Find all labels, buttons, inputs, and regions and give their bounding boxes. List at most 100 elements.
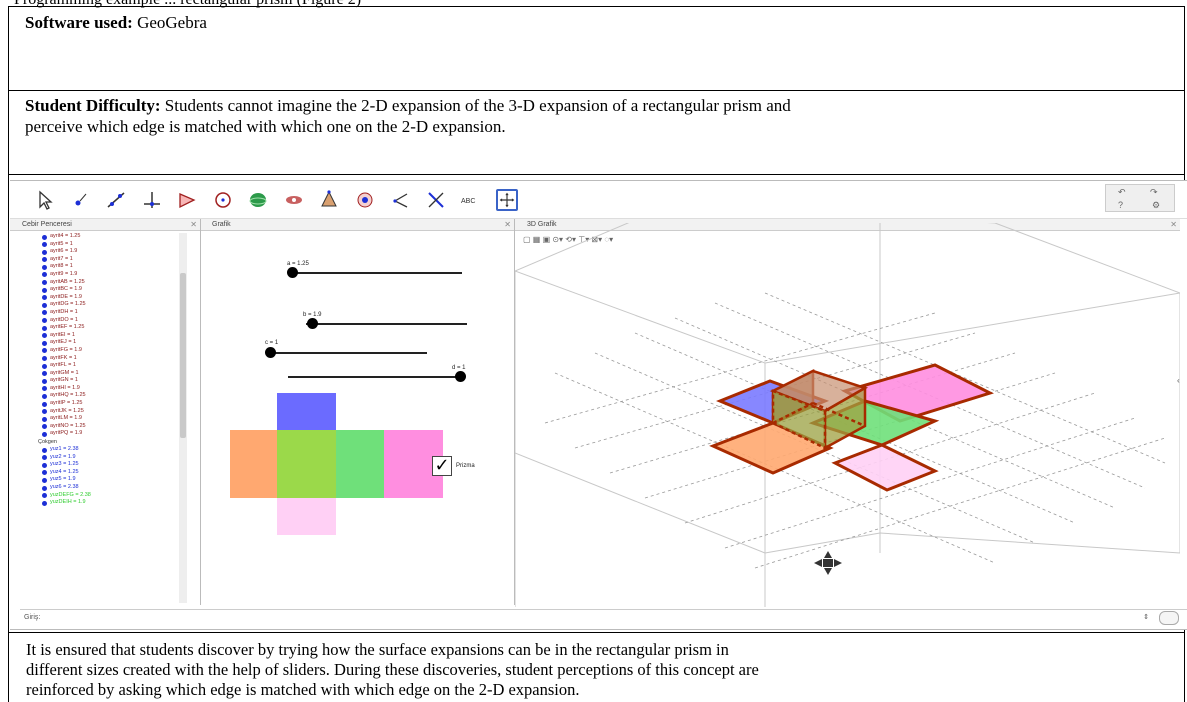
move-view-tool-icon[interactable] xyxy=(495,189,518,211)
algebra-item[interactable]: ayritAB = 1.25 xyxy=(20,279,203,287)
algebra-item[interactable]: ayritEJ = 1 xyxy=(20,339,203,347)
visibility-dot-icon[interactable] xyxy=(42,325,47,331)
algebra-item[interactable]: ayritDO = 1 xyxy=(20,317,203,325)
text-tool-icon[interactable]: ABC xyxy=(460,189,482,211)
sphere-tool-icon[interactable] xyxy=(247,189,269,211)
visibility-dot-icon[interactable] xyxy=(42,371,47,377)
undo-icon[interactable]: ↶ xyxy=(1118,187,1126,198)
visibility-dot-icon[interactable] xyxy=(42,401,47,407)
slider-a[interactable] xyxy=(290,272,462,274)
visibility-dot-icon[interactable] xyxy=(42,393,47,399)
visibility-dot-icon[interactable] xyxy=(42,295,47,301)
visibility-dot-icon[interactable] xyxy=(42,386,47,392)
redo-icon[interactable]: ↷ xyxy=(1150,187,1158,198)
extrude-tool-icon[interactable] xyxy=(283,189,305,211)
net-face-top[interactable] xyxy=(277,393,336,430)
net-face-left[interactable] xyxy=(230,430,277,498)
perpendicular-tool-icon[interactable] xyxy=(141,189,163,211)
slider-b[interactable] xyxy=(306,323,467,325)
scrollbar[interactable] xyxy=(179,233,187,603)
visibility-dot-icon[interactable] xyxy=(42,493,47,499)
algebra-item[interactable]: ayrit7 = 1 xyxy=(20,256,203,264)
algebra-item[interactable]: ayritFK = 1 xyxy=(20,355,203,363)
visibility-dot-icon[interactable] xyxy=(42,318,47,324)
move-tool-icon[interactable] xyxy=(34,189,56,211)
visibility-dot-icon[interactable] xyxy=(42,356,47,361)
slider-tool-icon[interactable] xyxy=(425,189,447,211)
point-tool-icon[interactable] xyxy=(70,189,92,211)
face-3d-pink-light[interactable] xyxy=(831,443,939,492)
algebra-item[interactable]: ayritGM = 1 xyxy=(20,370,203,378)
input-bar[interactable]: Giriş: ⇕ xyxy=(20,609,1187,627)
algebra-item[interactable]: ayritNO = 1.25 xyxy=(20,423,203,431)
algebra-item[interactable]: ayritDG = 1.25 xyxy=(20,301,203,309)
visibility-dot-icon[interactable] xyxy=(42,348,47,354)
visibility-dot-icon[interactable] xyxy=(42,500,47,506)
keyboard-toggle-icon[interactable] xyxy=(1159,611,1179,625)
visibility-dot-icon[interactable] xyxy=(42,272,47,278)
reflect-tool-icon[interactable] xyxy=(389,189,411,211)
algebra-item[interactable]: ayrit9 = 1.9 xyxy=(20,271,203,279)
slider-c-handle[interactable] xyxy=(265,347,276,358)
visibility-dot-icon[interactable] xyxy=(42,424,47,430)
visibility-dot-icon[interactable] xyxy=(42,302,47,308)
algebra-item[interactable]: yuz4 = 1.25 xyxy=(20,469,203,477)
circle-tool-icon[interactable] xyxy=(212,189,234,211)
visibility-dot-icon[interactable] xyxy=(42,310,47,316)
algebra-item[interactable]: ayritDH = 1 xyxy=(20,309,203,317)
pyramid-tool-icon[interactable] xyxy=(318,189,340,211)
3d-scene[interactable]: ‹ xyxy=(515,223,1180,607)
visibility-dot-icon[interactable] xyxy=(42,378,47,384)
undo-redo[interactable]: ↶ ↷ ? ⚙ xyxy=(1105,184,1175,212)
prism-net-2d[interactable] xyxy=(230,393,450,543)
algebra-item[interactable]: yuz1 = 2.38 xyxy=(20,446,203,454)
algebra-item[interactable]: yuzDEFG = 2.38 xyxy=(20,492,203,500)
algebra-item[interactable]: ayritHI = 1.9 xyxy=(20,385,203,393)
settings-icon[interactable]: ⚙ xyxy=(1152,200,1160,211)
algebra-item[interactable]: ayritLM = 1.9 xyxy=(20,415,203,423)
algebra-item[interactable]: ayritPQ = 1.9 xyxy=(20,430,203,438)
algebra-item[interactable]: ayritHQ = 1.25 xyxy=(20,392,203,400)
visibility-dot-icon[interactable] xyxy=(42,477,47,483)
visibility-dot-icon[interactable] xyxy=(42,462,47,468)
visibility-dot-icon[interactable] xyxy=(42,455,47,461)
line-tool-icon[interactable] xyxy=(105,189,127,211)
algebra-group-header[interactable]: Çokgen xyxy=(20,438,203,446)
algebra-item[interactable]: ayritDE = 1.9 xyxy=(20,294,203,302)
algebra-item[interactable]: ayritJK = 1.25 xyxy=(20,408,203,416)
visibility-dot-icon[interactable] xyxy=(42,470,47,476)
algebra-item[interactable]: ayrit8 = 1 xyxy=(20,263,203,271)
visibility-dot-icon[interactable] xyxy=(42,257,47,263)
slider-b-handle[interactable] xyxy=(307,318,318,329)
visibility-dot-icon[interactable] xyxy=(42,333,47,339)
visibility-dot-icon[interactable] xyxy=(42,234,47,240)
side-arrow-icon[interactable]: ‹ xyxy=(1177,376,1180,385)
visibility-dot-icon[interactable] xyxy=(42,485,47,491)
visibility-dot-icon[interactable] xyxy=(42,416,47,422)
visibility-dot-icon[interactable] xyxy=(42,431,47,437)
visibility-dot-icon[interactable] xyxy=(42,409,47,415)
algebra-item[interactable]: yuz3 = 1.25 xyxy=(20,461,203,469)
algebra-item[interactable]: ayritIP = 1.25 xyxy=(20,400,203,408)
algebra-item[interactable]: ayritFG = 1.9 xyxy=(20,347,203,355)
visibility-dot-icon[interactable] xyxy=(42,264,47,270)
net-face-front[interactable] xyxy=(277,430,336,498)
help-icon[interactable]: ? xyxy=(1118,200,1123,210)
visibility-dot-icon[interactable] xyxy=(42,363,47,369)
net-face-right[interactable] xyxy=(336,430,384,498)
algebra-item[interactable]: yuz5 = 1.9 xyxy=(20,476,203,484)
algebra-item[interactable]: yuz2 = 1.9 xyxy=(20,454,203,462)
visibility-dot-icon[interactable] xyxy=(42,340,47,346)
slider-a-handle[interactable] xyxy=(287,267,298,278)
polygon-tool-icon[interactable] xyxy=(176,189,198,211)
algebra-item[interactable]: ayrit6 = 1.9 xyxy=(20,248,203,256)
algebra-item[interactable]: ayritEI = 1 xyxy=(20,332,203,340)
3d-graphics-view[interactable]: ▢ ▦ ▣ ⊙▾ ⟲▾ ⊤▾ ⊠▾ ◌▾ ‹ xyxy=(515,223,1180,607)
algebra-item[interactable]: ayrit4 = 1.25 xyxy=(20,233,203,241)
algebra-item[interactable]: yuz6 = 2.38 xyxy=(20,484,203,492)
slider-d[interactable] xyxy=(288,376,463,378)
slider-c[interactable] xyxy=(270,352,427,354)
visibility-dot-icon[interactable] xyxy=(42,242,47,248)
algebra-item[interactable]: ayritGN = 1 xyxy=(20,377,203,385)
angle-tool-icon[interactable] xyxy=(354,189,376,211)
